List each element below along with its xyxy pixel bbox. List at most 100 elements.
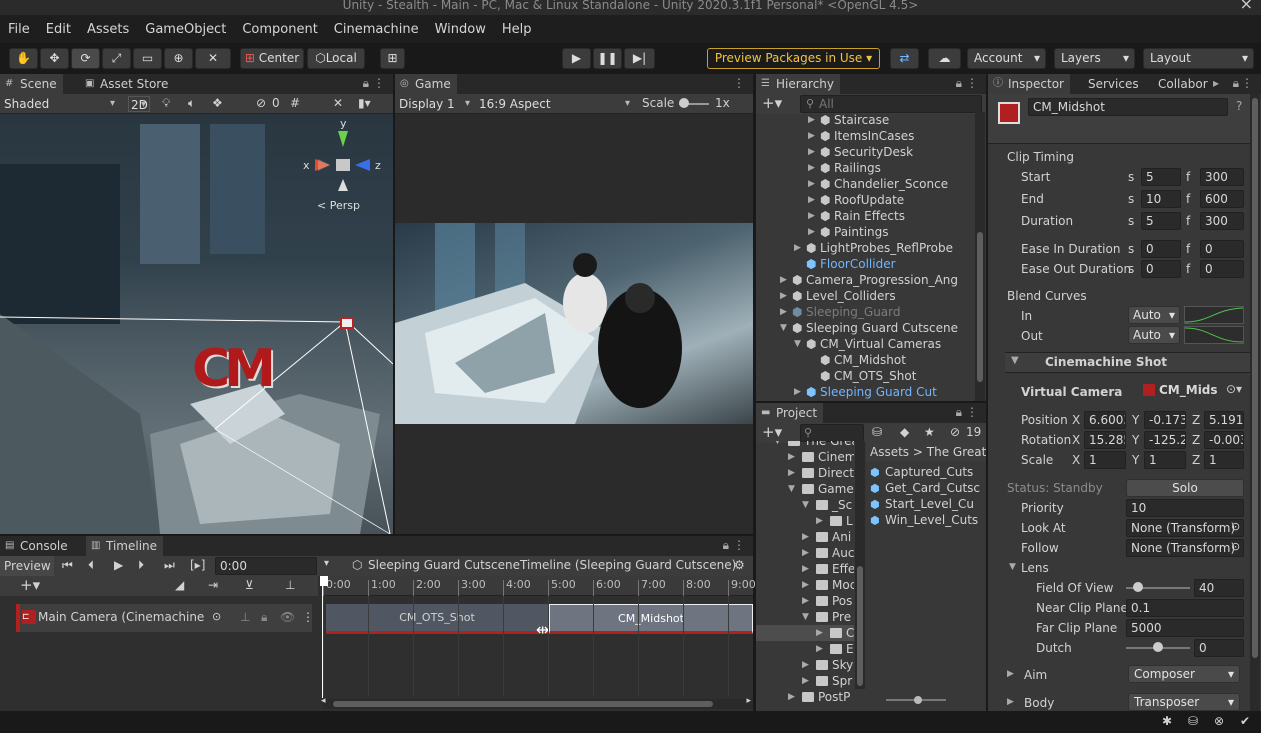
inspector-scroll-thumb[interactable] <box>1252 98 1258 658</box>
hierarchy-item[interactable]: ▶ ⬢ Level_Colliders <box>756 288 974 304</box>
filter-type-icon[interactable]: ⛁ <box>872 425 882 439</box>
more-menu-icon[interactable]: ⋮ <box>373 76 385 90</box>
lock-icon[interactable]: 🔒︎ <box>363 76 369 91</box>
collapsed-arrow-icon[interactable]: ▶ <box>808 144 815 160</box>
collapsed-arrow-icon[interactable]: ▶ <box>802 529 809 545</box>
scene-viewport[interactable]: CM y x z < Persp <box>0 114 393 534</box>
tab-scene[interactable]: # Scene <box>0 74 63 94</box>
project-folder[interactable]: ▶ Direct <box>756 465 854 481</box>
rotation-y-field[interactable]: -125.2 <box>1144 431 1186 449</box>
2d-toggle[interactable]: 2D <box>128 96 150 113</box>
fov-slider-handle[interactable] <box>1132 582 1143 592</box>
collapsed-arrow-icon[interactable]: ▶ <box>808 192 815 208</box>
favorite-icon[interactable]: ★ <box>924 425 935 439</box>
tab-scroll-right-icon[interactable]: ▸ <box>1213 76 1219 90</box>
goto-start-icon[interactable]: ⏮ <box>62 558 73 573</box>
close-window-icon[interactable]: × <box>1240 0 1253 12</box>
hidden-objects-icon[interactable]: ⊘ <box>256 96 266 110</box>
hierarchy-item[interactable]: ▶ ⬢ Sleeping Guard Cut <box>756 384 974 400</box>
add-icon[interactable]: +▾ <box>762 94 782 112</box>
project-folder[interactable]: ▶ E <box>756 641 854 657</box>
virtual-camera-field[interactable]: CM_Mids <box>1141 382 1223 400</box>
object-name-field[interactable]: CM_Midshot <box>1028 98 1228 116</box>
ease-out-seconds-field[interactable]: 0 <box>1141 260 1181 278</box>
display-dropdown[interactable]: Display 1 <box>395 96 473 112</box>
hierarchy-scroll-thumb[interactable] <box>977 232 983 382</box>
playhead-handle[interactable] <box>320 576 328 586</box>
project-folder[interactable]: ▶ C <box>756 625 854 641</box>
scroll-left-icon[interactable]: ◂ <box>321 696 326 706</box>
hierarchy-item[interactable]: ▶ ⬢ ItemsInCases <box>756 128 974 144</box>
tab-collaborate[interactable]: Collabor <box>1152 74 1214 94</box>
aim-foldout-icon[interactable]: ▶ <box>1007 669 1014 679</box>
aspect-dropdown[interactable]: 16:9 Aspect <box>475 96 633 112</box>
track-pin-icon[interactable]: ⊥ <box>240 610 250 624</box>
collab-icon[interactable]: ⇄ <box>890 48 919 69</box>
project-folder[interactable]: ▼ Game <box>756 481 854 497</box>
project-file[interactable]: ⬢ Win_Level_Cuts <box>870 512 978 528</box>
collapsed-arrow-icon[interactable]: ▶ <box>788 689 795 705</box>
network-icon[interactable]: ⊗ <box>1214 714 1224 728</box>
solo-button[interactable]: Solo <box>1126 479 1244 497</box>
timeline-settings-icon[interactable]: ⚙ <box>734 558 745 572</box>
help-icon[interactable]: ? <box>1236 99 1242 113</box>
game-view[interactable] <box>395 223 753 424</box>
step-button[interactable]: ▶| <box>624 48 655 69</box>
audio-icon[interactable]: 🔈︎ <box>188 96 195 111</box>
inspector-scrollbar[interactable] <box>1250 94 1260 711</box>
rotate-tool-icon[interactable]: ⟳ <box>71 48 100 69</box>
hierarchy-item[interactable]: ⬢ FloorCollider <box>756 256 974 272</box>
tab-timeline[interactable]: ▥ Timeline <box>86 536 164 556</box>
track-lock-icon[interactable]: 🔒︎ <box>261 610 267 625</box>
camera-gizmo-icon[interactable] <box>340 317 354 329</box>
body-dropdown[interactable]: Transposer ▾ <box>1128 693 1240 711</box>
camera-icon[interactable]: ▮▾ <box>358 96 371 110</box>
cinemachine-shot-header[interactable]: ▼ Cinemachine Shot <box>1005 352 1250 373</box>
clip-cm-midshot[interactable]: CM_Midshot <box>549 604 753 634</box>
hand-tool-icon[interactable]: ✋ <box>9 48 38 69</box>
scale-slider-handle[interactable] <box>679 98 689 108</box>
tools-icon[interactable]: ✕ <box>333 96 343 110</box>
hierarchy-item[interactable]: ▶ ⬢ Paintings <box>756 224 974 240</box>
tab-hierarchy[interactable]: ☰ Hierarchy <box>756 74 841 94</box>
range-icon[interactable]: [▸] <box>190 558 205 572</box>
edit-mode-icon[interactable]: ◢ <box>175 578 184 592</box>
menu-item-edit[interactable]: Edit <box>38 22 79 37</box>
pause-button[interactable]: ❚❚ <box>593 48 622 69</box>
play-button[interactable]: ▶ <box>562 48 591 69</box>
account-dropdown[interactable]: Account ▾ <box>967 48 1046 69</box>
position-z-field[interactable]: 5.1915 <box>1204 411 1244 429</box>
pin-icon[interactable]: ⊥ <box>285 578 295 592</box>
next-frame-icon[interactable]: ⏵ <box>138 558 144 573</box>
hierarchy-item[interactable]: ▼ ⬢ Sleeping Guard Cutscene <box>756 320 974 336</box>
project-tree-scroll-thumb[interactable] <box>857 566 863 686</box>
collapsed-arrow-icon[interactable]: ▶ <box>802 577 809 593</box>
tab-services[interactable]: Services <box>1082 74 1145 94</box>
inspector-lock-icon[interactable]: 🔒︎ <box>1233 76 1239 91</box>
ease-in-seconds-field[interactable]: 0 <box>1141 240 1181 258</box>
ease-out-frames-field[interactable]: 0 <box>1200 260 1244 278</box>
look-at-picker-icon[interactable]: ⊙ <box>1231 520 1240 533</box>
start-frames-field[interactable]: 300 <box>1200 168 1244 186</box>
menu-item-component[interactable]: Component <box>234 22 325 37</box>
project-add-icon[interactable]: +▾ <box>762 423 782 441</box>
database-icon[interactable]: ⛁ <box>1188 714 1198 728</box>
look-at-field[interactable]: None (Transform) <box>1126 519 1244 537</box>
lighting-icon[interactable]: 💡︎ <box>162 96 170 111</box>
scroll-right-icon[interactable]: ▸ <box>746 696 751 706</box>
hierarchy-search-input[interactable]: All <box>800 95 982 113</box>
scale-tool-icon[interactable]: ⤢ <box>102 48 131 69</box>
tab-asset-store[interactable]: ▣ Asset Store <box>80 74 174 94</box>
track-header[interactable]: ⊏ Main Camera (Cinemachine ⊙ ⊥ 🔒︎ 👁︎ ⋮ <box>16 604 314 632</box>
collapsed-arrow-icon[interactable]: ▶ <box>802 657 809 673</box>
icon-size-slider-handle[interactable] <box>914 696 922 704</box>
timeline-lock-icon[interactable]: 🔒︎ <box>723 538 729 553</box>
prev-frame-icon[interactable]: ⏴ <box>88 558 94 573</box>
hierarchy-more-icon[interactable]: ⋮ <box>966 76 978 90</box>
project-more-icon[interactable]: ⋮ <box>966 405 978 419</box>
hidden-packages-icon[interactable]: ⊘ <box>950 425 960 439</box>
rotation-z-field[interactable]: -0.003 <box>1204 431 1244 449</box>
menu-item-window[interactable]: Window <box>427 22 494 37</box>
project-folder[interactable]: ▶ Moc <box>756 577 854 593</box>
scale-y-field[interactable]: 1 <box>1144 451 1186 469</box>
